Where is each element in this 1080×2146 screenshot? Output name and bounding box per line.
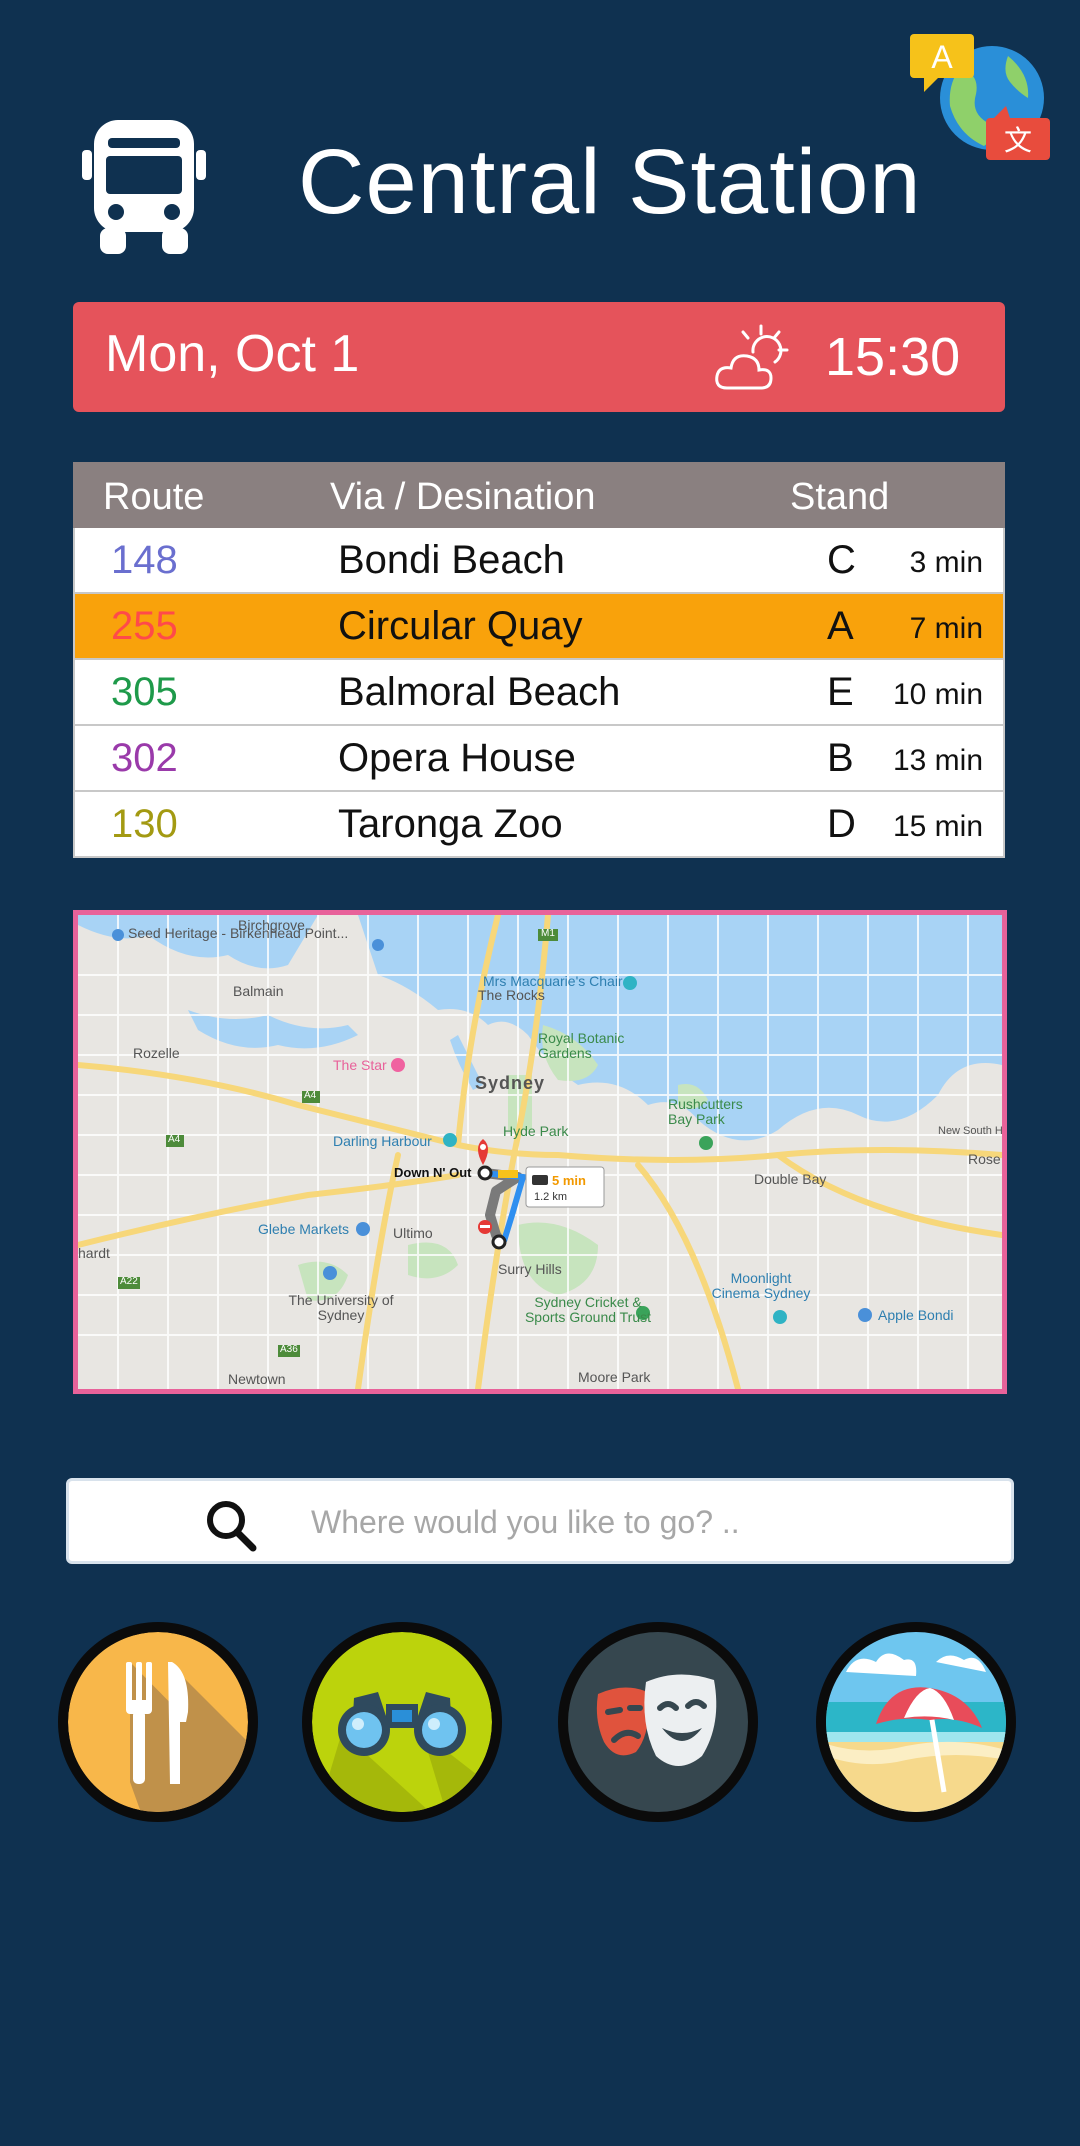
search-icon	[207, 1501, 257, 1552]
table-row[interactable]: 130 Taronga Zoo D 15 min	[73, 792, 1005, 858]
map-label: Down N' Out	[394, 1165, 472, 1180]
map-label: Rozelle	[133, 1045, 180, 1061]
popup-distance: 1.2 km	[534, 1191, 567, 1203]
map-label: Rose B	[968, 1151, 1002, 1167]
route-destination: Circular Quay	[338, 604, 583, 648]
route-number: 302	[111, 736, 178, 780]
popup-time: 5 min	[552, 1173, 586, 1188]
search-input[interactable]	[309, 1495, 963, 1549]
route-eta: 10 min	[892, 678, 983, 711]
current-time: 15:30	[825, 327, 961, 387]
partly-cloudy-icon	[715, 324, 789, 390]
translate-glyph-zh: 文	[1004, 124, 1032, 157]
map-label: Apple Bondi	[878, 1307, 954, 1323]
route-stand: C	[827, 538, 856, 582]
route-eta: 3 min	[909, 546, 983, 579]
bus-icon	[82, 120, 206, 254]
table-row[interactable]: 305 Balmoral Beach E 10 min	[73, 660, 1005, 726]
map-label: Darling Harbour	[333, 1133, 432, 1149]
map-label: Moonlight Cinema Sydney	[711, 1270, 811, 1301]
route-stand: E	[827, 670, 854, 714]
map-label: Newtown	[228, 1371, 286, 1387]
route-destination: Taronga Zoo	[338, 802, 563, 846]
route-destination: Bondi Beach	[338, 538, 565, 582]
header-destination: Via / Desination	[330, 476, 596, 518]
route-eta: 13 min	[892, 744, 983, 777]
table-row[interactable]: 302 Opera House B 13 min	[73, 726, 1005, 792]
route-stand: A	[827, 604, 854, 648]
map-label: Surry Hills	[498, 1261, 562, 1277]
route-stand: D	[827, 802, 856, 846]
map-label: Hyde Park	[503, 1123, 569, 1139]
theatre-button[interactable]	[558, 1622, 758, 1822]
route-map[interactable]: 5 min 1.2 km Seed Heritage - Birkenhead …	[73, 910, 1007, 1394]
map-label: Rushcutters Bay Park	[668, 1096, 743, 1127]
map-label: Balmain	[233, 983, 284, 999]
map-label: The Rocks	[478, 987, 545, 1003]
table-header: Route Via / Desination Stand	[73, 462, 1005, 528]
route-eta: 15 min	[892, 810, 983, 843]
page-title: Central Station	[298, 131, 922, 233]
route-number: 130	[111, 802, 178, 846]
current-date: Mon, Oct 1	[105, 325, 360, 383]
table-row[interactable]: 255 Circular Quay A 7 min	[73, 594, 1005, 660]
map-label: Double Bay	[754, 1171, 827, 1187]
map-label: Glebe Markets	[258, 1221, 350, 1237]
map-label: Sydney	[475, 1073, 546, 1093]
road-shield: A22	[120, 1276, 138, 1287]
header-route: Route	[103, 476, 205, 518]
map-label: Ultimo	[393, 1225, 433, 1241]
map-label: Sydney Cricket & Sports Ground Trust	[524, 1294, 652, 1325]
map-label: Birchgrove	[238, 917, 305, 933]
sightseeing-button[interactable]	[302, 1622, 502, 1822]
header-stand: Stand	[790, 476, 890, 518]
restaurants-button[interactable]	[58, 1622, 258, 1822]
fork-knife-icon	[68, 1632, 248, 1812]
date-time-bar: Mon, Oct 1 15:30	[73, 302, 1005, 412]
route-number: 148	[111, 538, 178, 582]
road-shield: A4	[168, 1134, 181, 1145]
route-destination: Opera House	[338, 736, 576, 780]
binoculars-icon	[312, 1632, 492, 1812]
translate-icon[interactable]: A 文	[910, 34, 1055, 162]
search-bar[interactable]	[66, 1478, 1014, 1564]
map-label: The Star	[333, 1057, 387, 1073]
map-label: Royal Botanic Gardens	[538, 1030, 625, 1061]
map-label: New South Head Rd	[938, 1125, 1003, 1137]
theatre-masks-icon	[568, 1632, 748, 1812]
road-shield: A4	[304, 1090, 317, 1101]
road-shield: M1	[541, 928, 555, 939]
map-label: The University of Sydney	[288, 1292, 394, 1323]
route-number: 255	[111, 604, 178, 648]
table-row[interactable]: 148 Bondi Beach C 3 min	[73, 528, 1005, 594]
route-destination: Balmoral Beach	[338, 670, 621, 714]
route-stand: B	[827, 736, 854, 780]
departures-table: Route Via / Desination Stand 148 Bondi Be…	[73, 462, 1005, 858]
beach-umbrella-icon	[826, 1632, 1006, 1812]
beach-button[interactable]	[816, 1622, 1016, 1822]
map-label: Mrs Macquarie's Chair	[483, 973, 623, 989]
route-eta: 7 min	[909, 612, 983, 645]
map-label: hardt	[78, 1245, 110, 1261]
map-label: Moore Park	[578, 1369, 651, 1385]
road-shield: A36	[280, 1344, 298, 1355]
translate-glyph-a: A	[931, 39, 953, 75]
route-number: 305	[111, 670, 178, 714]
